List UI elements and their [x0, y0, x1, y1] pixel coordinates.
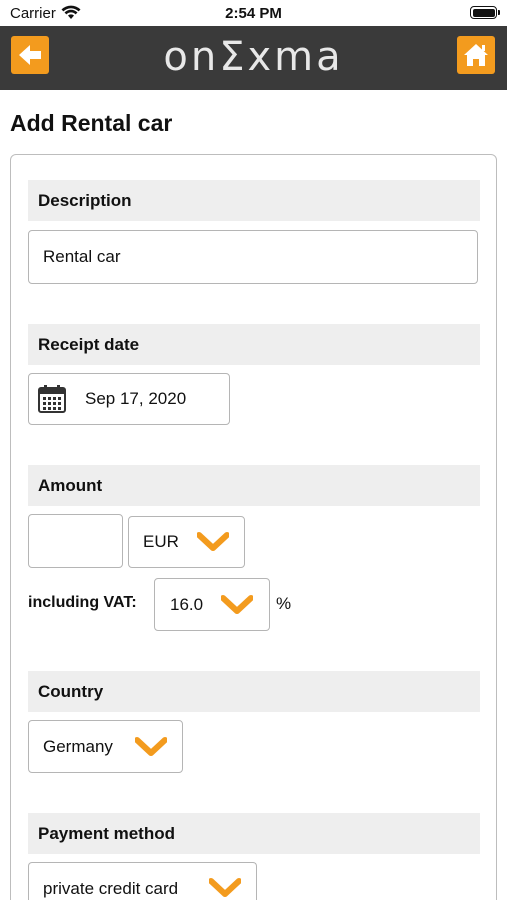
currency-value: EUR	[143, 532, 179, 551]
vat-value: 16.0	[170, 595, 204, 614]
vat-select[interactable]: 16.0	[154, 578, 270, 631]
home-icon	[464, 44, 488, 66]
chevron-down-icon	[209, 878, 241, 897]
chevron-down-icon	[135, 737, 167, 756]
amount-input[interactable]	[28, 514, 123, 568]
receipt-date-picker[interactable]: Sep 17, 2020	[28, 373, 230, 425]
status-bar: Carrier 2:54 PM	[0, 0, 507, 26]
status-time: 2:54 PM	[225, 5, 282, 22]
currency-select[interactable]: EUR	[128, 516, 245, 568]
country-label: Country	[28, 671, 480, 712]
calendar-icon	[38, 385, 66, 413]
app-header: onΣxma	[0, 26, 507, 90]
description-value: Rental car	[43, 247, 121, 266]
page-title: Add Rental car	[10, 110, 173, 136]
home-button[interactable]	[457, 36, 495, 74]
payment-method-label: Payment method	[28, 813, 480, 854]
vat-unit: %	[276, 594, 292, 613]
description-input[interactable]: Rental car	[28, 230, 478, 284]
description-label: Description	[28, 180, 480, 221]
chevron-down-icon	[221, 595, 253, 614]
receipt-date-value: Sep 17, 2020	[85, 389, 187, 408]
amount-label: Amount	[28, 465, 480, 506]
country-value: Germany	[43, 737, 113, 756]
payment-method-value: private credit card	[43, 879, 179, 898]
chevron-down-icon	[197, 532, 229, 551]
country-select[interactable]: Germany	[28, 720, 183, 773]
vat-label: including VAT:	[28, 594, 137, 611]
app-logo: onΣxma	[163, 34, 344, 80]
payment-method-select[interactable]: private credit card	[28, 862, 257, 900]
battery-icon	[470, 6, 500, 19]
receipt-date-label: Receipt date	[28, 324, 480, 365]
